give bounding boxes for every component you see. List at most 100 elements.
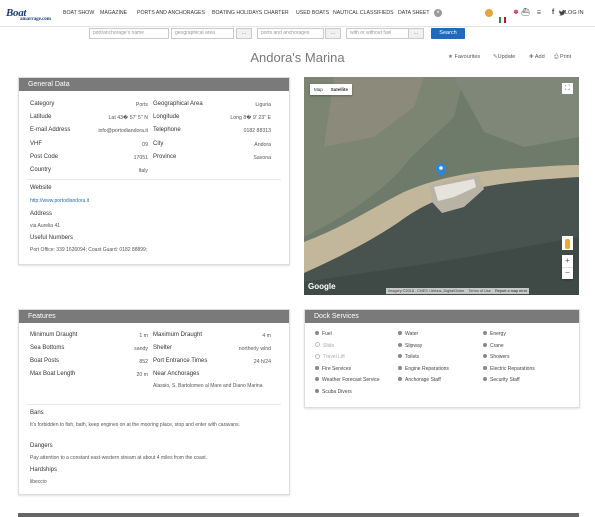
report-link[interactable]: Report a map error bbox=[495, 289, 527, 293]
nav-magazine[interactable]: MAGAZINE bbox=[100, 10, 127, 16]
type-select[interactable]: ports and anchorages bbox=[257, 28, 324, 39]
features-heading: Features bbox=[19, 310, 289, 323]
useful-numbers-value: Port Office: 339 1626094; Coast Guard: 0… bbox=[30, 247, 148, 253]
zoom-in-button[interactable]: + bbox=[562, 255, 573, 268]
boat-icon[interactable]: ⛴ bbox=[521, 9, 530, 17]
nav-used-boats[interactable]: USED BOATS bbox=[296, 10, 329, 16]
available-dot-icon bbox=[483, 365, 487, 370]
add-label: Add bbox=[534, 54, 545, 60]
dock-service-label: Toilets bbox=[405, 354, 420, 360]
hamburger-icon[interactable]: ☰ bbox=[535, 9, 543, 17]
footer-bar bbox=[18, 513, 579, 517]
street-view-pegman-icon[interactable] bbox=[562, 236, 573, 250]
close-icon[interactable]: × bbox=[434, 9, 442, 17]
province-value: Savona bbox=[253, 155, 271, 161]
star-icon: ★ bbox=[448, 54, 453, 60]
latitude-value: Lat 43� 57' 5'' N bbox=[108, 115, 148, 121]
unavailable-dot-icon bbox=[315, 342, 320, 348]
nav-classifieds[interactable]: NAUTICAL CLASSIFIEDS bbox=[333, 10, 394, 16]
dock-service-label: Energy bbox=[490, 331, 506, 337]
dock-service-label: Slipway bbox=[405, 342, 423, 349]
dock-service-item: Travel Lift bbox=[315, 353, 345, 360]
dock-service-label: Fire Services bbox=[322, 365, 352, 372]
gear-flag-icon[interactable]: ✽ bbox=[512, 9, 520, 17]
port-name-input[interactable]: port/anchorage's name bbox=[89, 28, 169, 39]
nav-boat-show[interactable]: BOAT SHOW bbox=[63, 10, 94, 16]
entrance-times-value: 24 h/24 bbox=[253, 359, 271, 365]
available-dot-icon bbox=[315, 388, 319, 393]
divider bbox=[27, 179, 281, 180]
nav-ports-anchorages[interactable]: PORTS AND ANCHORAGES bbox=[137, 10, 205, 16]
email-value[interactable]: info@portodiandora.it bbox=[98, 128, 148, 134]
available-dot-icon bbox=[315, 331, 319, 336]
category-label: Category bbox=[30, 101, 55, 107]
logo-subtext: amarrage.com bbox=[20, 17, 51, 22]
dock-service-label: Water bbox=[405, 331, 419, 337]
province-label: Province bbox=[153, 154, 177, 160]
near-anchorages-value: Alassio, S. Bartolomeo al Mare and Diano… bbox=[153, 383, 263, 389]
dock-service-item: Toilets bbox=[398, 354, 419, 360]
nav-charter[interactable]: BOATING HOLIDAYS CHARTER bbox=[212, 10, 289, 16]
terms-link[interactable]: Terms of Use bbox=[468, 289, 490, 293]
available-dot-icon bbox=[483, 354, 487, 359]
dock-services-heading: Dock Services bbox=[305, 310, 579, 323]
attribution-text: Imagery ©2018 , CNES / Airbus, DigitalGl… bbox=[388, 289, 465, 293]
update-action[interactable]: ✎Update bbox=[493, 54, 515, 60]
country-value: Italy bbox=[138, 168, 148, 174]
add-action[interactable]: ✚ Add bbox=[529, 54, 545, 60]
available-dot-icon bbox=[483, 331, 487, 336]
dock-service-label: Scuba Divers bbox=[322, 388, 352, 395]
flag-italy-icon[interactable] bbox=[499, 10, 506, 23]
dock-service-label: Travel Lift bbox=[323, 354, 345, 360]
dangers-value: Pay attention to a constant east-western… bbox=[30, 455, 208, 461]
satellite-tab[interactable]: Satellite bbox=[327, 87, 352, 92]
sea-bottoms-value: sandy bbox=[134, 346, 148, 352]
dock-service-item: Energy bbox=[483, 331, 506, 337]
telephone-label: Telephone bbox=[153, 127, 181, 133]
nav-data-sheet[interactable]: DATA SHEET bbox=[398, 10, 430, 16]
vhf-label: VHF bbox=[30, 141, 42, 147]
zoom-out-button[interactable]: − bbox=[562, 268, 573, 279]
dock-service-label: Fuel bbox=[322, 331, 332, 337]
map-satellite-view[interactable]: Map Satellite ⛶ + − Google Imagery ©2018 … bbox=[304, 77, 579, 295]
map-tab[interactable]: Map bbox=[310, 87, 327, 92]
fuel-dropdown-button[interactable]: ... bbox=[408, 28, 424, 39]
website-link[interactable]: http://www.portodiandora.it bbox=[30, 198, 89, 204]
login-link[interactable]: LOG IN bbox=[565, 10, 584, 16]
dock-service-item: Weather Forecast Service bbox=[315, 377, 380, 383]
area-dropdown-button[interactable]: ... bbox=[236, 28, 252, 39]
user-emoji-icon[interactable] bbox=[485, 9, 493, 17]
favourites-label: Favourites bbox=[454, 54, 481, 60]
available-dot-icon bbox=[398, 365, 402, 370]
category-value: Ports bbox=[135, 102, 148, 108]
vhf-value: 09 bbox=[142, 142, 148, 148]
site-logo[interactable]: Boat amarrage.com bbox=[6, 7, 51, 22]
facebook-icon[interactable]: f bbox=[549, 9, 557, 17]
latitude-label: Latitude bbox=[30, 114, 52, 120]
dock-service-item: Water bbox=[398, 331, 418, 337]
max-draught-label: Maximum Draught bbox=[153, 332, 203, 338]
general-data-panel: General Data Category Ports Latitude Lat… bbox=[18, 77, 290, 265]
fuel-select[interactable]: with or without fuel bbox=[346, 28, 409, 39]
dock-service-item: Security Staff bbox=[483, 377, 520, 383]
min-draught-value: 1 m bbox=[139, 333, 148, 339]
print-action[interactable]: ⎙ Print bbox=[554, 54, 571, 61]
fullscreen-icon[interactable]: ⛶ bbox=[562, 83, 573, 94]
location-pin-icon[interactable] bbox=[436, 163, 446, 177]
address-label: Address bbox=[30, 211, 53, 217]
favourites-action[interactable]: ★ Favourites bbox=[448, 54, 480, 60]
boat-posts-label: Boat Posts bbox=[30, 358, 60, 364]
dock-service-label: Showers bbox=[490, 354, 510, 360]
satellite-image bbox=[304, 77, 579, 295]
website-label: Website bbox=[30, 185, 52, 191]
type-dropdown-button[interactable]: ... bbox=[325, 28, 341, 39]
search-button[interactable]: Search bbox=[431, 28, 465, 39]
dock-service-item: Showers bbox=[483, 354, 509, 360]
dock-service-label: Weather Forecast Service bbox=[322, 377, 380, 383]
max-length-value: 20 m bbox=[136, 372, 148, 378]
printer-icon: ⎙ bbox=[554, 54, 559, 60]
bans-label: Bans bbox=[30, 410, 44, 416]
useful-numbers-label: Useful Numbers bbox=[30, 235, 74, 241]
unavailable-dot-icon bbox=[315, 353, 320, 359]
geographical-area-select[interactable]: geographical area bbox=[171, 28, 234, 39]
